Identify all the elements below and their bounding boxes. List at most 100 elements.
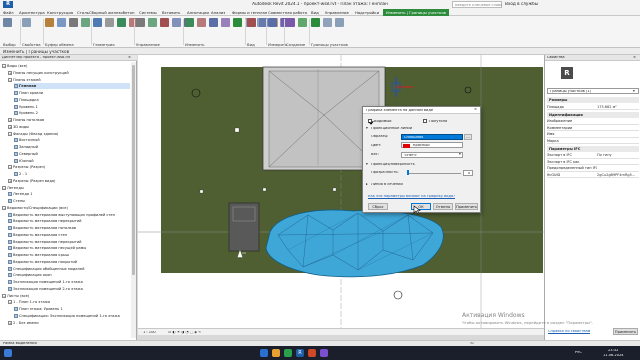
slider-handle[interactable] (407, 170, 409, 175)
ribbon-tab[interactable]: Конструкция (47, 10, 73, 15)
browser-item[interactable]: − Ведомости/Спецификации (все) (2, 205, 130, 211)
ribbon-tab[interactable]: Надстройки (355, 10, 379, 15)
browser-item[interactable]: + Планы несущих конструкций (8, 70, 130, 76)
browser-item[interactable]: Ведомость материалов выступающих профиле… (8, 212, 130, 218)
scrollbar-thumb[interactable] (132, 65, 135, 275)
ribbon-tool-icon[interactable] (45, 18, 54, 27)
property-row[interactable]: Экспорт в IFC как (547, 159, 639, 165)
browser-item[interactable]: Площадка (14, 97, 130, 103)
property-value[interactable]: 2gCu2gB9PF4mRg5... (597, 173, 639, 177)
property-row[interactable]: Марка (547, 138, 639, 144)
browser-item[interactable]: Экспликация помещений 1-го этажа (8, 279, 130, 285)
browser-item[interactable]: План кровли (14, 90, 130, 96)
language-indicator[interactable]: РУС (575, 351, 582, 355)
property-row[interactable]: IfcGUID 2gCu2gB9PF4mRg5... (547, 172, 639, 178)
properties-section-header[interactable]: Размеры (547, 97, 639, 103)
browser-item[interactable]: +3D виды (8, 124, 130, 130)
ribbon-tool-icon[interactable] (69, 18, 78, 27)
ribbon-tool-icon[interactable] (160, 18, 169, 27)
ribbon-tool-icon[interactable] (221, 18, 230, 27)
ribbon-tab[interactable]: Вставить (162, 10, 180, 15)
browser-item[interactable]: − Планы этажей (8, 77, 130, 83)
browser-item[interactable]: Ведомость материалов потолков (8, 225, 130, 231)
ribbon-tab[interactable]: Файл (3, 10, 14, 15)
ribbon-tab[interactable]: Формы и генплан (232, 10, 267, 15)
ribbon-tool-icon[interactable] (323, 18, 332, 27)
ribbon-tab[interactable]: Вид (311, 10, 319, 15)
property-row[interactable]: Площадь 175.682 м² (547, 104, 639, 110)
collapse-icon[interactable]: − (8, 165, 12, 170)
browser-item[interactable]: Западный (14, 144, 130, 150)
browser-item[interactable]: Легенда 1 (8, 191, 130, 197)
browser-item[interactable]: Южный (14, 158, 130, 164)
ribbon-tab[interactable]: Архитектура (19, 10, 45, 15)
property-row[interactable]: Комментарии (547, 125, 639, 131)
property-value[interactable]: По типу (597, 153, 639, 157)
properties-apply-button[interactable]: Применить (613, 328, 638, 335)
collapse-icon[interactable]: − (8, 131, 12, 136)
properties-section-header[interactable]: Идентификация (547, 111, 639, 118)
ribbon-tab[interactable]: Изменить | Границы участков (383, 9, 449, 16)
ribbon-tool-icon[interactable] (172, 18, 181, 27)
taskbar-app-icon[interactable] (260, 349, 268, 357)
expand-icon[interactable]: + (8, 124, 12, 129)
revit-taskbar-icon[interactable]: R (296, 349, 304, 357)
help-link[interactable]: Как эти параметры влияют на графику вида… (368, 195, 455, 199)
ribbon-tool-icon[interactable] (286, 18, 295, 27)
folder-icon[interactable] (272, 349, 280, 357)
ribbon-tool-icon[interactable] (311, 18, 320, 27)
expand-icon[interactable]: + (8, 178, 12, 183)
pattern-dropdown[interactable]: Сплошная (401, 133, 463, 140)
browser-item[interactable]: Ведомость материалов несущей рамы (8, 245, 130, 251)
transparency-input[interactable]: 0 (463, 169, 473, 176)
close-icon[interactable]: × (128, 56, 131, 60)
browser-item[interactable]: 2 - 1 (14, 171, 130, 177)
ribbon-tab[interactable]: Сборный железобетон (89, 10, 134, 15)
collapse-icon[interactable]: − (2, 64, 6, 68)
browser-item[interactable]: Спецификация окон (8, 272, 130, 278)
color-button[interactable]: Красный (401, 142, 463, 148)
ribbon-tool-icon[interactable] (268, 18, 277, 27)
ribbon-tool-icon[interactable] (233, 18, 242, 27)
collapse-icon[interactable]: − (8, 77, 12, 82)
ribbon-tool-icon[interactable] (209, 18, 218, 27)
properties-help-link[interactable]: Справка по свойствам (548, 330, 590, 334)
browser-item[interactable]: − Виды (все) (2, 63, 130, 69)
collapse-icon[interactable]: ▾ (366, 127, 368, 131)
view-scale[interactable]: 1 : 100 (143, 331, 156, 335)
halftone-checkbox[interactable] (423, 119, 427, 123)
ribbon-tool-icon[interactable] (3, 18, 12, 27)
expand-icon[interactable]: + (8, 70, 12, 75)
topography-surface[interactable] (265, 209, 444, 278)
close-icon[interactable]: × (474, 108, 477, 112)
drawing-view[interactable] (138, 55, 544, 328)
browser-item[interactable]: Ведомость материалов перекрытий (8, 239, 130, 245)
properties-section-header[interactable]: Параметры IFC (547, 145, 639, 152)
ribbon-tab[interactable]: Аннотации (187, 10, 209, 15)
ribbon-tool-icon[interactable] (298, 18, 307, 27)
ribbon-tool-icon[interactable] (335, 18, 344, 27)
browser-item[interactable]: Уровень 1 (14, 104, 130, 110)
browser-item[interactable]: Уровень 2 (14, 110, 130, 116)
start-icon[interactable] (4, 349, 12, 357)
browser-item[interactable]: +2 - Без имени (8, 320, 130, 326)
browser-item[interactable]: − Листы (все) (2, 293, 130, 299)
view-control-icons[interactable]: ▭ ◐ ☀ ◑ ◔ ⬚ ◈ ✎ (168, 331, 201, 335)
ribbon-tool-icon[interactable] (148, 18, 157, 27)
collapse-icon[interactable]: − (2, 185, 6, 190)
ribbon-tab[interactable]: Системы (139, 10, 157, 15)
property-row[interactable]: Предопределенный тип IFC (547, 166, 639, 172)
browser-item[interactable]: Ведомость материалов стен (8, 232, 130, 238)
browser-item[interactable]: − Фасады (Фасад здания) (8, 131, 130, 137)
expand-icon[interactable]: ▸ (366, 183, 368, 187)
browser-item[interactable]: Восточный (14, 137, 130, 143)
browser-item[interactable]: Экспликация помещений 2-го этажа (8, 286, 130, 292)
outbuilding[interactable] (228, 202, 260, 252)
property-row[interactable]: Экспорт в IFC По типу (547, 153, 639, 159)
property-value[interactable]: 175.682 м² (597, 105, 639, 109)
browser-item[interactable]: Ведомость материалов перекрытий (8, 218, 130, 224)
ribbon-tool-icon[interactable] (247, 18, 256, 27)
ribbon-tool-icon[interactable] (105, 18, 114, 27)
collapse-icon[interactable]: ▾ (366, 163, 368, 167)
browser-item[interactable]: Стены (8, 198, 130, 204)
